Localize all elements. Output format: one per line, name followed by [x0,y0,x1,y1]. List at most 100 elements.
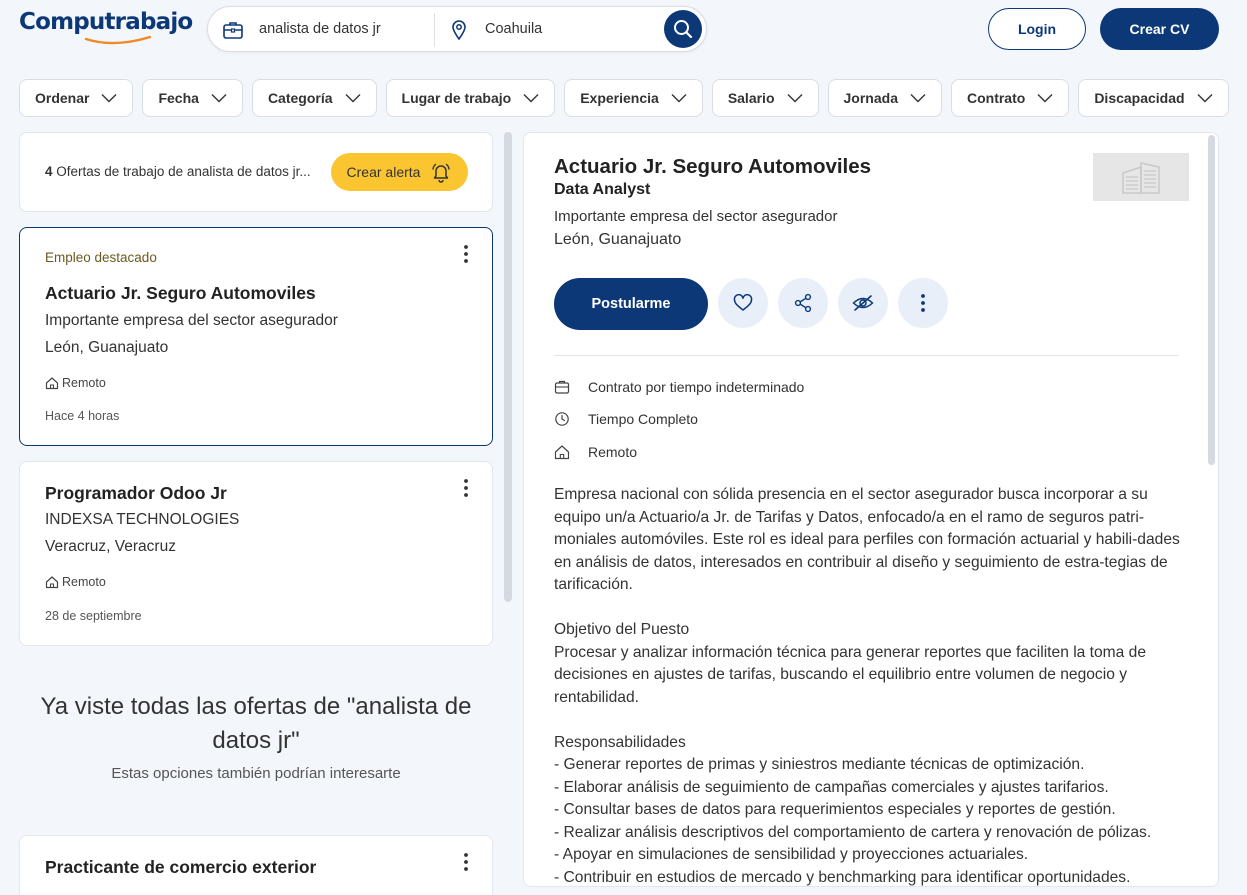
job-title[interactable]: Practicante de comercio exterior [45,857,316,878]
chevron-down-icon [101,94,117,103]
detail-schedule-label: Tiempo Completo [588,411,698,427]
filter-label: Categoría [267,90,333,106]
home-icon [554,445,570,460]
header: Computrabajo analista de datos jr Coahui… [0,0,1247,62]
company-logo [1093,153,1189,201]
detail-divider [554,355,1179,356]
home-icon [45,377,59,390]
job-location: Veracruz, Veracruz [45,538,176,555]
search-bar: analista de datos jr Coahuila [207,6,707,52]
filter-lugar-de-trabajo[interactable]: Lugar de trabajo [385,79,556,117]
job-mode-label: Remoto [62,376,106,390]
job-posted: 28 de septiembre [45,609,142,623]
filter-discapacidad[interactable]: Discapacidad [1078,79,1229,117]
heart-icon [733,294,753,311]
filter-contrato[interactable]: Contrato [950,79,1070,117]
filter-jornada[interactable]: Jornada [827,79,942,117]
more-options-button[interactable] [898,278,948,328]
detail-title: Actuario Jr. Seguro Automoviles [554,155,872,178]
chevron-down-icon [523,94,539,103]
results-header: 4 Ofertas de trabajo de analista de dato… [19,132,493,212]
chevron-down-icon [1037,94,1053,103]
logo[interactable]: Computrabajo [19,9,193,35]
featured-badge: Empleo destacado [45,250,157,265]
job-title[interactable]: Actuario Jr. Seguro Automoviles [45,283,316,304]
filter-salario[interactable]: Salario [711,79,819,117]
company-logo-icon [1122,162,1160,194]
create-alert-label: Crear alerta [346,164,421,180]
filter-label: Experiencia [580,90,659,106]
end-of-results-message: Ya viste todas las ofertas de "analista … [40,693,472,754]
kebab-menu-icon[interactable] [460,852,472,872]
filter-label: Contrato [966,90,1026,106]
login-button[interactable]: Login [988,8,1086,50]
logo-swoosh-icon [84,36,152,45]
clock-icon [555,412,569,426]
chevron-down-icon [671,94,687,103]
job-card[interactable]: Empleo destacado Actuario Jr. Seguro Aut… [19,227,493,446]
detail-contract-label: Contrato por tiempo indeterminado [588,379,805,395]
detail-scrollbar[interactable] [1208,135,1215,465]
hide-eye-icon [852,295,874,311]
filter-label: Jornada [843,90,898,106]
filter-ordenar[interactable]: Ordenar [19,79,134,117]
filter-label: Lugar de trabajo [401,90,512,106]
job-detail-panel: Actuario Jr. Seguro Automoviles Data Ana… [523,132,1219,887]
chevron-down-icon [211,94,227,103]
filter-label: Discapacidad [1094,90,1185,106]
job-mode: Remoto [45,376,106,390]
search-keyword-input[interactable]: analista de datos jr [259,21,381,37]
search-divider [434,13,435,47]
kebab-menu-icon[interactable] [460,478,472,498]
job-company: Importante empresa del sector asegurador [45,312,338,329]
filter-fecha[interactable]: Fecha [142,79,243,117]
chevron-down-icon [1197,94,1213,103]
job-posted: Hace 4 horas [45,409,120,423]
chevron-down-icon [345,94,361,103]
job-description: Empresa nacional con sólida presencia en… [554,486,1180,886]
hide-offer-button[interactable] [838,278,888,328]
detail-company: Importante empresa del sector asegurador [554,208,838,225]
chevron-down-icon [787,94,803,103]
create-alert-button[interactable]: Crear alerta [331,153,468,191]
results-label: Ofertas de trabajo de analista de datos … [52,164,311,179]
end-of-results-subtitle: Estas opciones también podrían interesar… [111,765,401,782]
filter-label: Ordenar [35,90,90,106]
search-icon [674,20,693,39]
detail-mode-label: Remoto [588,444,638,460]
detail-schedule: Tiempo Completo [554,411,698,427]
location-pin-icon [452,20,466,41]
detail-subtitle: Data Analyst [554,181,651,198]
results-count: 4 [45,164,53,179]
job-mode: Remoto [45,575,106,589]
filter-label: Fecha [158,90,199,106]
detail-mode: Remoto [554,444,637,460]
create-cv-button[interactable]: Crear CV [1100,8,1219,50]
chevron-down-icon [910,94,926,103]
filter-categoria[interactable]: Categoría [251,79,377,117]
job-company: INDEXSA TECHNOLOGIES [45,511,240,528]
detail-contract: Contrato por tiempo indeterminado [554,379,804,395]
share-icon [794,293,812,313]
search-button[interactable] [664,10,702,48]
filter-experiencia[interactable]: Experiencia [564,79,703,117]
job-card[interactable]: Practicante de comercio exterior [19,835,493,895]
results-count-text: 4 Ofertas de trabajo de analista de dato… [45,164,311,179]
results-scrollbar[interactable] [504,132,512,602]
apply-button[interactable]: Postularme [554,278,708,330]
kebab-menu-icon[interactable] [460,244,472,264]
filter-label: Salario [727,90,775,106]
job-title[interactable]: Programador Odoo Jr [45,483,227,504]
search-location-input[interactable]: Coahuila [485,21,542,37]
detail-location: León, Guanajuato [554,231,682,248]
home-icon [45,576,59,589]
job-card[interactable]: Programador Odoo Jr INDEXSA TECHNOLOGIES… [19,461,493,646]
job-location: León, Guanajuato [45,339,169,356]
filter-bar: Ordenar Fecha Categoría Lugar de trabajo… [19,79,1229,117]
share-button[interactable] [778,278,828,328]
kebab-menu-icon [921,294,925,312]
bell-icon [432,163,451,183]
favorite-button[interactable] [718,278,768,328]
briefcase-icon [554,380,570,394]
briefcase-icon [223,22,243,39]
